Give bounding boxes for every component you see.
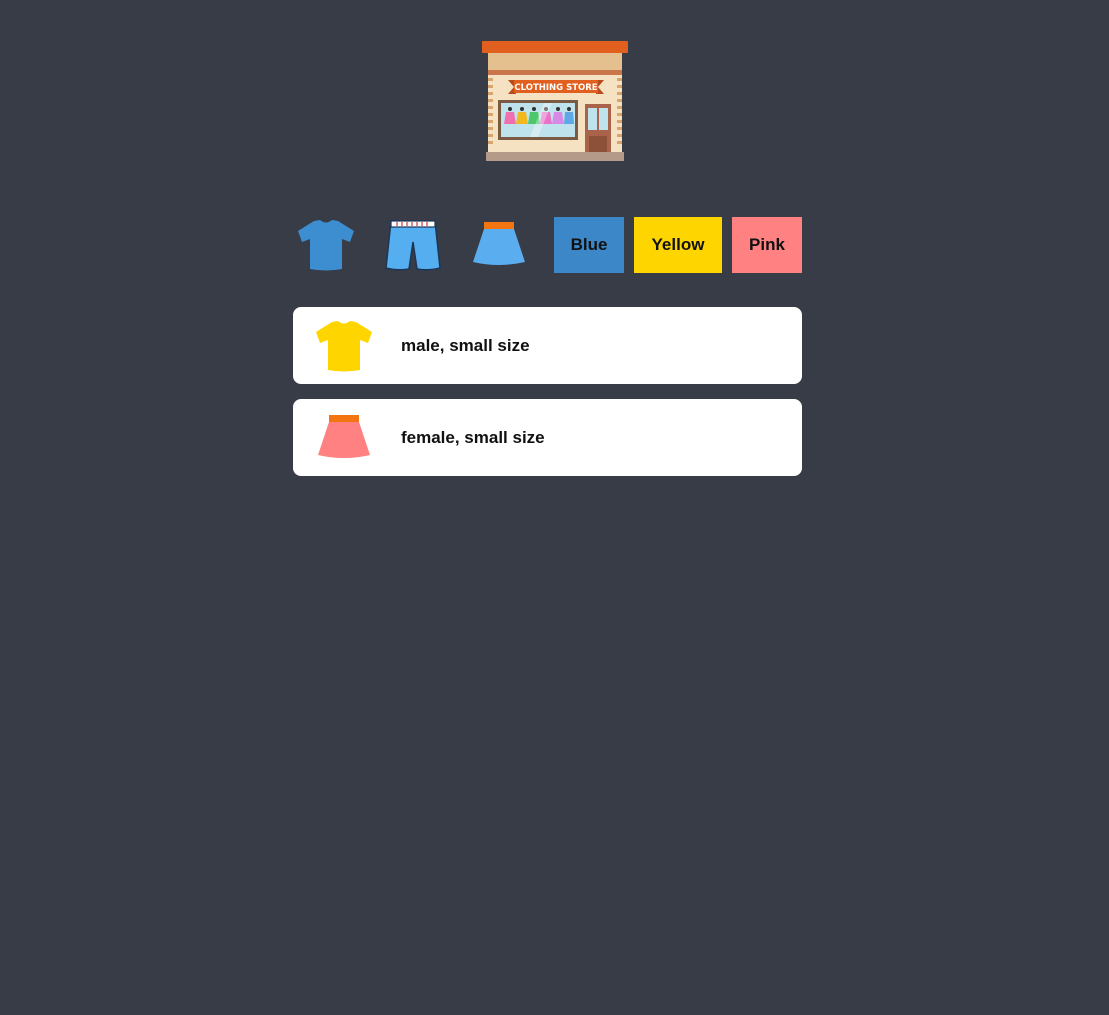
color-yellow-button[interactable]: Yellow [634,217,722,273]
result-card: male, small size [293,307,802,384]
shorts-icon [385,220,441,271]
color-pink-button[interactable]: Pink [732,217,802,273]
tshirt-icon [298,220,354,271]
result-description: female, small size [401,427,545,447]
result-description: male, small size [401,335,530,355]
app-root: CLOTHING STORE Blue Yellow Pink male, sm… [0,0,1109,1015]
option-picker: Blue Yellow Pink [293,217,802,273]
skirt-icon [313,411,375,465]
shirt-button[interactable] [294,217,358,273]
result-card: female, small size [293,399,802,476]
skirt-icon [473,222,525,265]
tshirt-icon [313,319,375,373]
store-sign-text: CLOTHING STORE [514,83,597,93]
shorts-button[interactable] [381,217,445,273]
skirt-button[interactable] [467,217,531,273]
clothing-store-icon: CLOTHING STORE [480,38,630,164]
color-blue-button[interactable]: Blue [554,217,624,273]
